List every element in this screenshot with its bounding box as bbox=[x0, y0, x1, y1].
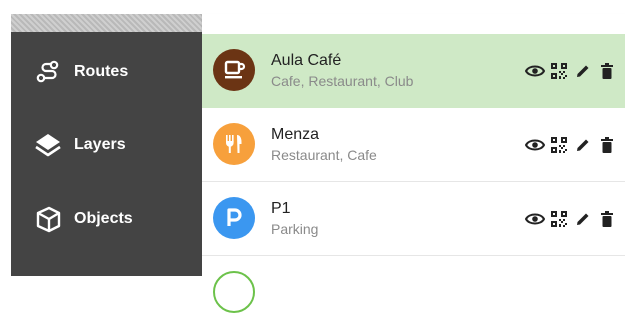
sidebar-item-layers[interactable]: Layers bbox=[11, 108, 202, 182]
list-header bbox=[202, 14, 625, 34]
place-title: Aula Café bbox=[271, 52, 342, 69]
sidebar-item-objects[interactable]: Objects bbox=[11, 182, 202, 256]
place-subtitle: Cafe, Restaurant, Club bbox=[271, 73, 414, 89]
sidebar-item-label: Objects bbox=[74, 210, 133, 227]
eye-icon[interactable] bbox=[525, 135, 545, 155]
place-title: P1 bbox=[271, 200, 291, 217]
eye-icon[interactable] bbox=[525, 61, 545, 81]
place-subtitle: Restaurant, Cafe bbox=[271, 147, 377, 163]
list-item-place[interactable]: P1 Parking bbox=[202, 182, 625, 256]
row-actions bbox=[525, 135, 617, 155]
parking-icon bbox=[213, 197, 255, 239]
place-title: Menza bbox=[271, 126, 320, 143]
place-subtitle: Parking bbox=[271, 221, 319, 237]
delete-trash-icon[interactable] bbox=[597, 209, 617, 229]
qr-code-icon[interactable] bbox=[549, 61, 569, 81]
edit-pencil-icon[interactable] bbox=[573, 61, 593, 81]
eye-icon[interactable] bbox=[525, 209, 545, 229]
qr-code-icon[interactable] bbox=[549, 135, 569, 155]
list-item-place[interactable]: Aula Café Cafe, Restaurant, Club bbox=[202, 34, 625, 108]
sidebar: Routes Layers Objects bbox=[11, 32, 202, 276]
row-actions bbox=[525, 209, 617, 229]
edit-pencil-icon[interactable] bbox=[573, 135, 593, 155]
objects-icon bbox=[33, 204, 63, 234]
sidebar-item-routes[interactable]: Routes bbox=[11, 35, 202, 109]
sidebar-item-label: Layers bbox=[74, 136, 126, 153]
sidebar-item-label: Routes bbox=[74, 63, 129, 80]
delete-trash-icon[interactable] bbox=[597, 61, 617, 81]
delete-trash-icon[interactable] bbox=[597, 135, 617, 155]
route-icon bbox=[33, 57, 63, 87]
edit-pencil-icon[interactable] bbox=[573, 209, 593, 229]
restaurant-icon bbox=[213, 123, 255, 165]
qr-code-icon[interactable] bbox=[549, 209, 569, 229]
sidebar-header-strip bbox=[11, 14, 202, 32]
layers-icon bbox=[33, 130, 63, 160]
row-actions bbox=[525, 61, 617, 81]
list-item-place[interactable]: Menza Restaurant, Cafe bbox=[202, 108, 625, 182]
coffee-icon bbox=[213, 49, 255, 91]
place-avatar-partial bbox=[213, 271, 255, 313]
list-item-place-partial[interactable] bbox=[202, 257, 625, 313]
